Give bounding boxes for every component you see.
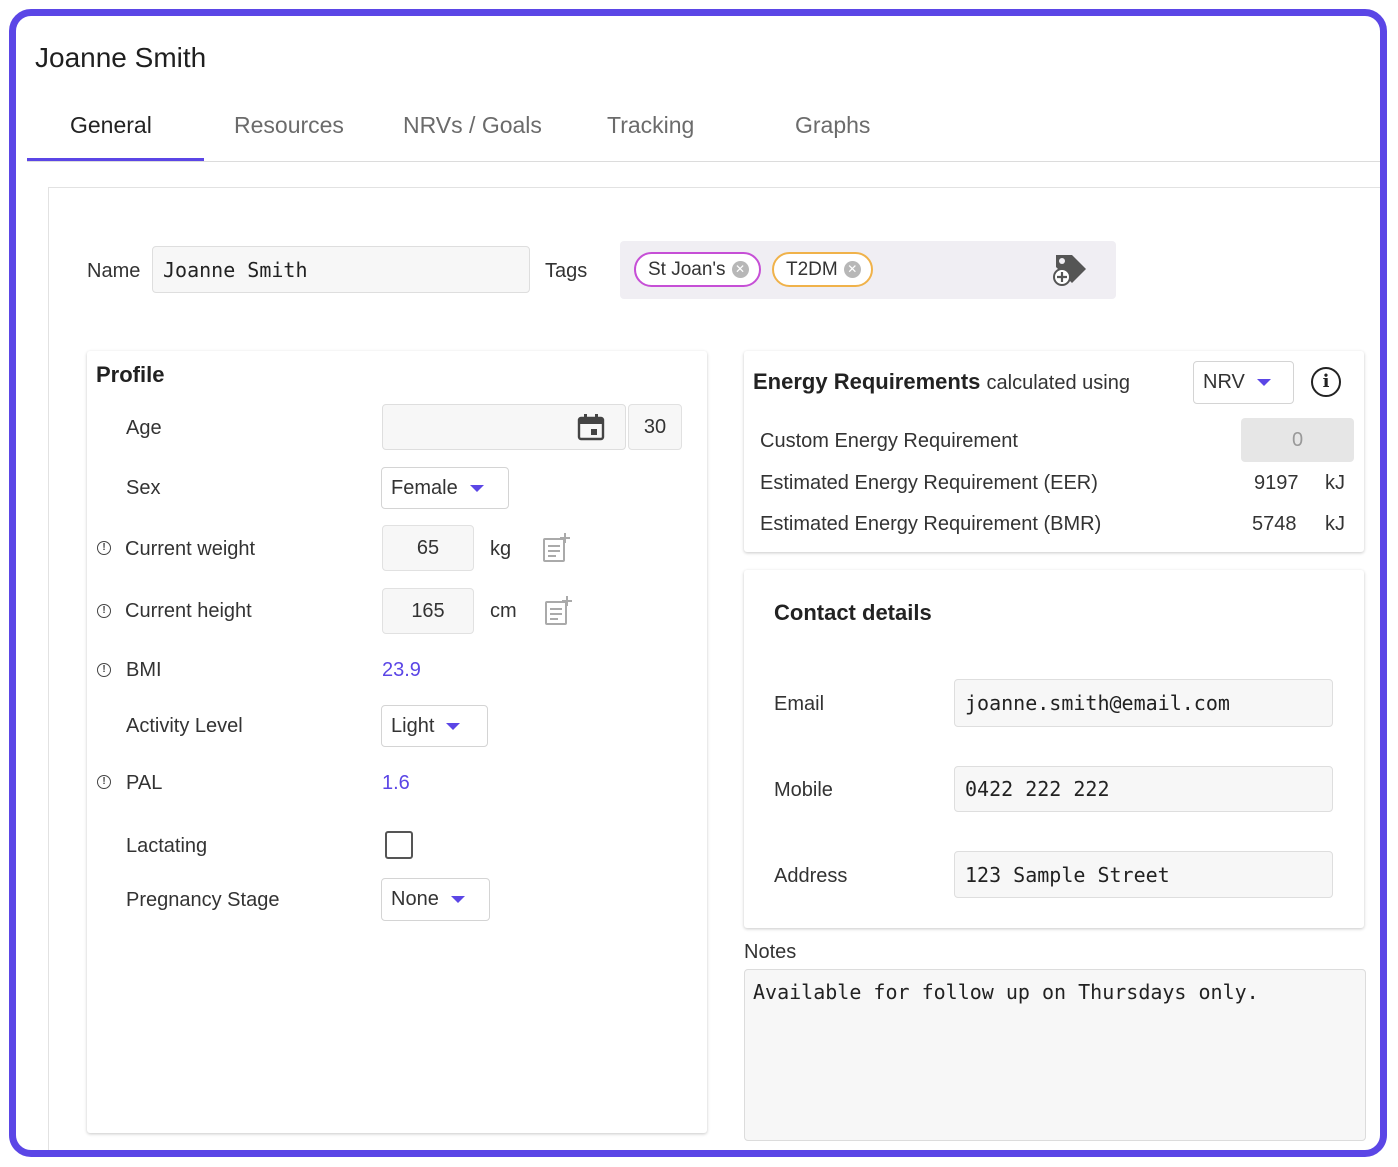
bmr-unit: kJ [1325, 513, 1345, 535]
notes-label: Notes [744, 941, 797, 963]
pal-info-icon[interactable]: ! [97, 775, 111, 789]
activity-label: Activity Level [126, 715, 243, 737]
mobile-label: Mobile [774, 779, 833, 801]
tags-field[interactable]: St Joan's ✕ T2DM ✕ [620, 241, 1116, 299]
eer-value: 9197 [1254, 472, 1299, 494]
tab-general[interactable]: General [70, 112, 152, 139]
name-input[interactable]: Joanne Smith [152, 246, 530, 293]
tag-chip[interactable]: St Joan's ✕ [634, 252, 761, 287]
mobile-field[interactable]: 0422 222 222 [954, 766, 1333, 812]
energy-method-select[interactable]: NRV [1193, 361, 1294, 404]
pregnancy-select[interactable]: None [381, 878, 490, 921]
tab-tracking[interactable]: Tracking [607, 112, 694, 139]
address-field[interactable]: 123 Sample Street [954, 851, 1333, 898]
weight-unit: kg [490, 538, 512, 560]
pregnancy-label: Pregnancy Stage [126, 889, 280, 911]
chevron-down-icon [1256, 379, 1271, 386]
remove-tag-icon[interactable]: ✕ [843, 261, 861, 278]
bmi-value: 23.9 [382, 659, 421, 681]
activity-select-value: Light [391, 714, 435, 737]
energy-subheading: calculated using [986, 372, 1130, 394]
eer-unit: kJ [1325, 472, 1345, 494]
tag-chip-label: T2DM [786, 258, 838, 280]
tag-chip-label: St Joan's [648, 258, 726, 280]
chevron-down-icon [469, 484, 484, 492]
height-info-icon[interactable]: ! [97, 604, 111, 618]
activity-select[interactable]: Light [381, 705, 488, 747]
energy-heading: Energy Requirements [753, 369, 981, 394]
tags-label: Tags [545, 260, 588, 282]
remove-tag-icon[interactable]: ✕ [731, 261, 749, 278]
energy-method-value: NRV [1203, 371, 1245, 393]
add-note-icon[interactable] [540, 531, 574, 570]
age-value: 30 [628, 404, 682, 450]
tab-resources[interactable]: Resources [234, 112, 344, 139]
sex-select[interactable]: Female [381, 467, 509, 509]
address-label: Address [774, 865, 848, 887]
add-note-icon[interactable] [542, 594, 576, 633]
eer-label: Estimated Energy Requirement (EER) [760, 472, 1098, 494]
custom-energy-label: Custom Energy Requirement [760, 430, 1018, 452]
weight-label: Current weight [125, 538, 256, 560]
tab-graphs[interactable]: Graphs [795, 112, 870, 139]
bmi-label: BMI [126, 659, 162, 681]
bmi-info-icon[interactable]: ! [97, 663, 111, 677]
height-input[interactable]: 165 [382, 588, 474, 634]
sex-label: Sex [126, 477, 161, 499]
custom-energy-input[interactable]: 0 [1241, 418, 1354, 462]
notes-textarea[interactable]: Available for follow up on Thursdays onl… [744, 969, 1366, 1141]
tag-add-icon[interactable] [1052, 249, 1092, 294]
energy-heading-row: Energy Requirements calculated using [753, 369, 1130, 395]
tab-divider [27, 161, 1380, 162]
height-label: Current height [125, 600, 252, 622]
weight-info-icon[interactable]: ! [97, 541, 111, 555]
weight-input[interactable]: 65 [382, 525, 474, 571]
lactating-label: Lactating [126, 835, 208, 857]
chevron-down-icon [450, 896, 465, 903]
pal-label: PAL [126, 772, 163, 794]
age-label: Age [126, 417, 162, 439]
height-unit: cm [490, 600, 517, 622]
email-field[interactable]: joanne.smith@email.com [954, 679, 1333, 727]
pregnancy-select-value: None [391, 888, 439, 910]
pal-value: 1.6 [382, 772, 410, 794]
bmr-label: Estimated Energy Requirement (BMR) [760, 513, 1102, 535]
chevron-down-icon [446, 722, 461, 730]
page-title: Joanne Smith [35, 42, 207, 73]
profile-heading: Profile [96, 362, 165, 387]
app-window: Joanne Smith General Resources NRVs / Go… [9, 9, 1387, 1157]
tag-chip[interactable]: T2DM ✕ [772, 252, 873, 287]
lactating-checkbox[interactable] [385, 831, 413, 859]
calendar-icon[interactable] [576, 412, 606, 447]
name-label: Name [87, 260, 141, 282]
email-label: Email [774, 693, 825, 715]
bmr-value: 5748 [1252, 513, 1297, 535]
sex-select-value: Female [391, 476, 458, 499]
tab-nrvs-goals[interactable]: NRVs / Goals [403, 112, 542, 139]
contact-heading: Contact details [774, 600, 932, 625]
info-icon[interactable]: i [1311, 367, 1341, 397]
